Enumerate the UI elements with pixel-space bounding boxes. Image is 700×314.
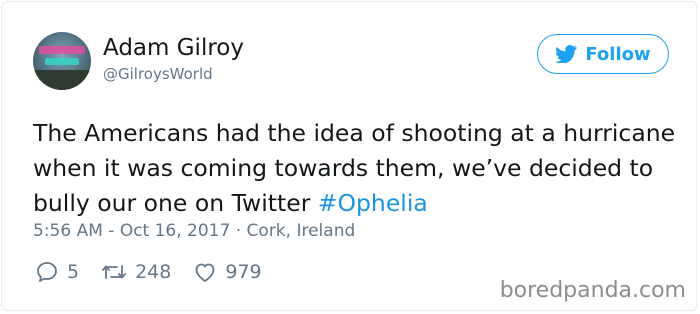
tweet-text: The Americans had the idea of shooting a… bbox=[33, 116, 683, 221]
profile-photo bbox=[33, 32, 91, 90]
tweet-timestamp[interactable]: 5:56 AM - Oct 16, 2017 bbox=[33, 221, 230, 241]
like-count: 979 bbox=[225, 261, 262, 283]
meta-separator: · bbox=[230, 221, 247, 241]
like-button[interactable]: 979 bbox=[193, 261, 262, 283]
tweet-actions: 5 248 979 bbox=[35, 260, 284, 284]
follow-button[interactable]: Follow bbox=[537, 34, 669, 74]
watermark: boredpanda.com bbox=[499, 278, 686, 303]
reply-button[interactable]: 5 bbox=[35, 260, 79, 284]
retweet-icon bbox=[102, 265, 126, 279]
tweet-location[interactable]: Cork, Ireland bbox=[247, 221, 356, 241]
tweet-meta: 5:56 AM - Oct 16, 2017 · Cork, Ireland bbox=[33, 221, 355, 241]
author-handle[interactable]: @GilroysWorld bbox=[103, 65, 213, 83]
follow-label: Follow bbox=[585, 43, 651, 65]
hashtag-link[interactable]: #Ophelia bbox=[318, 189, 428, 217]
tweet-card: Adam Gilroy @GilroysWorld Follow The Ame… bbox=[1, 1, 697, 311]
twitter-bird-icon bbox=[555, 45, 578, 63]
retweet-button[interactable]: 248 bbox=[101, 260, 171, 284]
author-name[interactable]: Adam Gilroy bbox=[103, 35, 244, 61]
retweet-count: 248 bbox=[135, 261, 172, 283]
heart-icon bbox=[195, 263, 215, 282]
reply-icon bbox=[37, 262, 57, 282]
author-avatar[interactable] bbox=[33, 32, 91, 90]
reply-count: 5 bbox=[67, 261, 80, 283]
